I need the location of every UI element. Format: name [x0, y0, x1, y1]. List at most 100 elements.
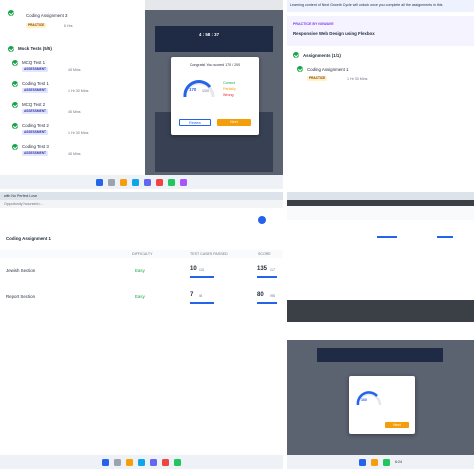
files-icon[interactable] [371, 458, 378, 466]
check-icon [297, 66, 303, 72]
review-button[interactable]: Review [179, 119, 211, 126]
timer: 4 : 58 : 37 [199, 32, 220, 37]
next-button[interactable]: Next [217, 119, 251, 126]
legend-wrong: Wrong [223, 93, 234, 97]
item-duration: 6 Hrs [64, 24, 73, 28]
progress-bar [377, 236, 397, 238]
page-title: Coding Assignment 1 [6, 236, 51, 241]
q1-course-panel: Coding Assignment 3 PRACTICE 6 Hrs Mock … [0, 0, 145, 175]
legend-correct: Correct [223, 81, 235, 85]
list-item[interactable]: MCQ Test 1 [22, 60, 45, 65]
tests-passed: 7 [190, 292, 194, 298]
table-row-name[interactable]: Report Section [6, 294, 35, 299]
item-duration: 1 Hr 30 Mins [68, 89, 89, 93]
files-icon[interactable] [120, 178, 127, 186]
search-icon[interactable] [114, 458, 121, 466]
status-badge: ASSESSMENT [22, 109, 48, 114]
item-duration: 45 Mins [68, 152, 81, 156]
check-icon [8, 46, 14, 52]
check-icon [12, 81, 18, 87]
item-duration: 45 Mins [68, 68, 81, 72]
item-title[interactable]: Coding Assignment 1 [307, 67, 349, 72]
item-title[interactable]: Coding Assignment 3 [26, 13, 68, 18]
col-score: SCORE [258, 252, 271, 256]
info-banner: Learning content of Next Growth Cycle wi… [287, 0, 474, 12]
score-gauge [356, 391, 382, 406]
tests-bar [190, 276, 214, 278]
next-button[interactable]: Next [385, 422, 409, 428]
app-icon[interactable] [180, 178, 187, 186]
modal-title: Congrats! You scored 170 / 200 [189, 63, 241, 67]
check-icon [12, 60, 18, 66]
list-item[interactable]: MCQ Test 2 [22, 102, 45, 107]
section-header[interactable]: Mock Tests (5/5) [18, 46, 52, 51]
assignments-header[interactable]: Assignments (1/1) [303, 53, 341, 58]
difficulty: Easy [135, 294, 145, 299]
score-gauge [183, 80, 215, 98]
table-row-name[interactable]: Jewish Section [6, 268, 35, 273]
tests-total: /8 [199, 294, 202, 298]
status-badge: ASSESSMENT [22, 151, 48, 156]
store-icon[interactable] [144, 178, 151, 186]
legend-partial: Partially [223, 87, 236, 91]
status-badge: ASSESSMENT [22, 67, 48, 72]
score: 80 [257, 292, 264, 298]
check-icon [12, 144, 18, 150]
taskbar-3 [0, 455, 283, 469]
col-tests: TEST CASES PASSED [190, 252, 228, 256]
avatar[interactable] [258, 216, 266, 224]
status-badge: PRACTICE [26, 23, 47, 28]
check-icon [12, 102, 18, 108]
score-total: /200 [202, 89, 209, 93]
edge-icon[interactable] [138, 458, 145, 466]
score-bar [257, 302, 277, 304]
tests-passed: 10 [190, 266, 197, 272]
taskbar-1 [0, 175, 283, 189]
banner-text: Learning content of Next Growth Cycle wi… [290, 3, 443, 7]
score-total: /95 [270, 294, 275, 298]
files-icon[interactable] [126, 458, 133, 466]
q1-side-overlay: 4 : 58 : 37 Congrats! You scored 170 / 2… [145, 0, 283, 175]
course-title: Responsive Web Design using Flexbox [293, 31, 375, 36]
score: 135 [257, 266, 268, 272]
check-icon [293, 52, 299, 58]
chrome-icon[interactable] [174, 458, 181, 466]
store-icon[interactable] [150, 458, 157, 466]
difficulty: Easy [135, 268, 145, 273]
q2-course-page: Learning content of Next Growth Cycle wi… [287, 0, 474, 189]
tests-total: /10 [199, 268, 204, 272]
list-item[interactable]: Coding Test 2 [22, 123, 49, 128]
list-item[interactable]: Coding Test 1 [22, 81, 49, 86]
windows-icon[interactable] [359, 458, 366, 466]
windows-icon[interactable] [102, 458, 109, 466]
results-modal: 160 Next [349, 376, 415, 434]
chrome-icon[interactable] [383, 458, 390, 466]
score-total: /17 [270, 268, 275, 272]
score-value: 170 [189, 87, 197, 92]
progress-bar [437, 236, 453, 238]
col-difficulty: DIFFICULTY [132, 252, 153, 256]
chrome-icon[interactable] [168, 178, 175, 186]
browser-tab[interactable]: with No Perfect Love [4, 194, 37, 198]
status-badge: ASSESSMENT [22, 130, 48, 135]
mail-icon[interactable] [156, 178, 163, 186]
q4-upper-window [287, 192, 474, 322]
edge-icon[interactable] [132, 178, 139, 186]
search-icon[interactable] [108, 178, 115, 186]
status-badge: ASSESSMENT [22, 88, 48, 93]
check-icon [12, 123, 18, 129]
item-duration: 1 Hr 30 Mins [347, 77, 368, 81]
mail-icon[interactable] [162, 458, 169, 466]
list-item[interactable]: Coding Test 3 [22, 144, 49, 149]
check-icon [8, 10, 14, 16]
score-bar [257, 276, 277, 278]
item-duration: 45 Mins [68, 110, 81, 114]
section-label: PRACTICE BY NXWAVE [293, 22, 334, 26]
clock: 6:24 [395, 459, 402, 464]
q4-lower-window: 160 Next [287, 340, 474, 455]
tests-bar [190, 302, 214, 304]
status-badge: PRACTICE [307, 76, 328, 81]
url-bar[interactable]: Opportunity?courseId=... [4, 202, 43, 206]
taskbar-4: 6:24 [287, 455, 474, 469]
windows-icon[interactable] [96, 178, 103, 186]
